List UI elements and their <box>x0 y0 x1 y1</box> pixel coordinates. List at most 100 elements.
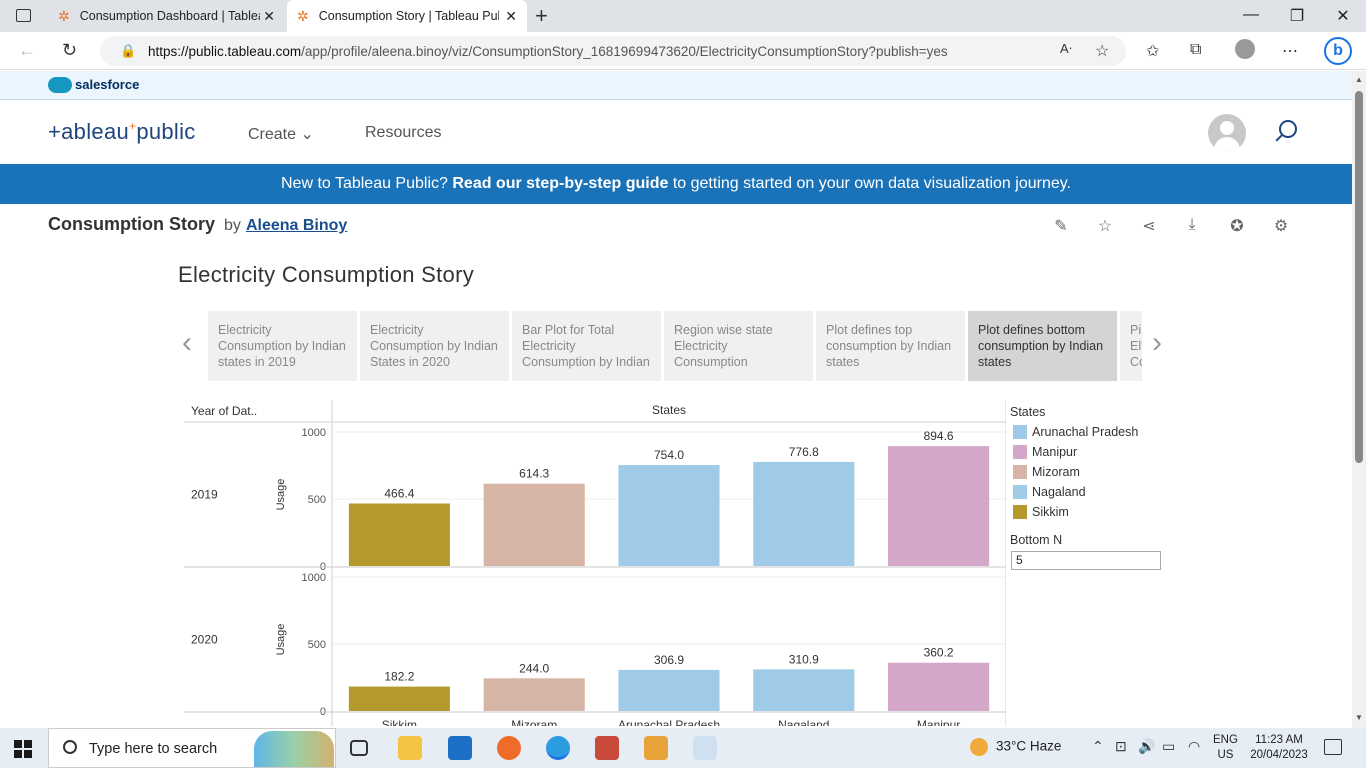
weather-widget[interactable]: 33°C Haze <box>970 738 1061 756</box>
logo-text-public: public <box>136 119 196 144</box>
browser-tab-bar: ✲ Consumption Dashboard | Tablea ✕ ✲ Con… <box>0 0 1366 32</box>
bar <box>753 669 855 711</box>
tab-actions-icon[interactable] <box>16 9 31 22</box>
profile-icon[interactable] <box>1235 39 1255 59</box>
tableau-favicon-icon: ✲ <box>58 7 70 24</box>
bottom-n-label: Bottom N <box>1010 533 1063 547</box>
author-link[interactable]: Aleena Binoy <box>246 217 347 234</box>
data-label: 244.0 <box>519 661 549 675</box>
more-options-icon[interactable]: ⋯ <box>1282 41 1298 61</box>
read-aloud-icon[interactable]: Aᐧ <box>1060 41 1072 57</box>
mail-icon[interactable] <box>448 736 472 760</box>
bar <box>348 503 450 566</box>
favorites-icon[interactable]: ✩ <box>1146 41 1159 61</box>
viz-title: Consumption Story <box>48 214 215 234</box>
page-scrollbar[interactable]: ▲ ▼ <box>1352 71 1366 728</box>
bottom-n-input[interactable]: 5 <box>1011 551 1161 570</box>
story-point-7[interactable]: Pi El Co <box>1120 311 1142 381</box>
clock-date: 20/04/2023 <box>1250 749 1308 761</box>
battery-icon[interactable]: ▭ <box>1162 738 1175 755</box>
notifications-icon[interactable] <box>1324 739 1342 755</box>
y-axis-title: Usage <box>275 624 287 656</box>
notes-app-icon[interactable] <box>595 736 619 760</box>
lang-bottom: US <box>1217 749 1234 761</box>
bing-icon[interactable]: b <box>1324 37 1352 65</box>
share-icon[interactable]: ⋖ <box>1139 216 1159 236</box>
banner-guide-link[interactable]: Read our step-by-step guide <box>452 175 668 192</box>
edit-icon[interactable]: ✎ <box>1051 216 1071 236</box>
restore-button[interactable]: ❐ <box>1274 6 1320 26</box>
legend-item[interactable]: Mizoram <box>1010 465 1170 485</box>
close-tab-icon[interactable]: ✕ <box>263 8 275 25</box>
tableau-favicon-icon: ✲ <box>297 7 309 24</box>
language-indicator[interactable]: ENG US <box>1213 733 1238 763</box>
badge-icon[interactable]: ✪ <box>1227 216 1247 236</box>
settings-gear-icon[interactable]: ⚙ <box>1271 216 1291 236</box>
firefox-icon[interactable] <box>497 736 521 760</box>
task-view-icon[interactable] <box>350 740 368 756</box>
story-point-5[interactable]: Plot defines top consumption by Indian s… <box>816 311 965 381</box>
lock-icon[interactable]: 🔒 <box>120 43 136 59</box>
download-icon[interactable]: ⤓ <box>1182 216 1202 236</box>
y-axis-title: Usage <box>275 479 287 511</box>
y-tick-label: 1000 <box>302 427 326 439</box>
search-icon <box>63 740 77 754</box>
wifi-icon[interactable]: ◠ <box>1188 738 1200 755</box>
scroll-up-icon[interactable]: ▲ <box>1355 75 1363 84</box>
back-arrow-icon[interactable]: ← <box>18 40 36 61</box>
close-tab-icon[interactable]: ✕ <box>505 8 517 25</box>
clock[interactable]: 11:23 AM 20/04/2023 <box>1247 733 1311 763</box>
edge-icon[interactable] <box>546 736 570 760</box>
row-header-label: Year of Dat.. <box>191 404 257 418</box>
tableau-public-logo[interactable]: +ableau+public <box>48 119 196 145</box>
search-icon[interactable] <box>1279 120 1297 138</box>
scrollbar-thumb[interactable] <box>1355 91 1363 463</box>
legend-item[interactable]: Sikkim <box>1010 505 1170 525</box>
nav-resources[interactable]: Resources <box>365 124 441 142</box>
new-tab-button[interactable]: + <box>535 3 548 29</box>
volume-icon[interactable]: 🔊 <box>1138 738 1155 755</box>
chevron-left-icon[interactable]: ‹ <box>182 326 192 360</box>
x-tick-label: Nagaland <box>778 718 829 726</box>
bar <box>888 446 990 566</box>
y-tick-label: 500 <box>308 494 326 506</box>
refresh-icon[interactable]: ↻ <box>62 40 77 61</box>
minimize-button[interactable]: — <box>1228 6 1274 24</box>
collections-icon[interactable]: ⧉ <box>1190 41 1201 59</box>
meet-now-icon[interactable]: ⊡ <box>1115 738 1127 755</box>
show-hidden-icons-chevron-icon[interactable]: ⌃ <box>1092 738 1104 755</box>
bar <box>618 464 720 566</box>
url-domain: https://public.tableau.com <box>148 43 302 59</box>
windows-start-icon[interactable] <box>14 740 32 758</box>
legend-item[interactable]: Nagaland <box>1010 485 1170 505</box>
url-field[interactable]: 🔒 https://public.tableau.com/app/profile… <box>100 36 1126 66</box>
windows-taskbar: Type here to search 33°C Haze ⌃ ⊡ 🔊 ▭ ◠ … <box>0 728 1366 768</box>
tableau-prep-icon[interactable] <box>644 736 668 760</box>
legend-item[interactable]: Arunachal Pradesh <box>1010 425 1170 445</box>
scroll-down-icon[interactable]: ▼ <box>1355 713 1363 722</box>
tab-title: Consumption Story | Tableau Pub <box>318 9 499 23</box>
avatar[interactable] <box>1208 114 1246 152</box>
bar-chart: Year of Dat.. States 0 500 1000 2019 Usage 466.… <box>184 400 1006 726</box>
file-explorer-icon[interactable] <box>398 736 422 760</box>
story-point-4[interactable]: Region wise state Electricity Consumptio… <box>664 311 813 381</box>
tab-consumption-story[interactable]: ✲ Consumption Story | Tableau Pub ✕ <box>287 0 527 32</box>
data-label: 360.2 <box>924 646 954 660</box>
tab-consumption-dashboard[interactable]: ✲ Consumption Dashboard | Tablea ✕ <box>48 0 285 32</box>
bar <box>618 669 720 711</box>
legend-title: States <box>1010 405 1046 419</box>
favorite-star-icon[interactable]: ☆ <box>1095 216 1115 236</box>
salesforce-label[interactable]: salesforce <box>75 77 139 92</box>
legend-item[interactable]: Manipur <box>1010 445 1170 465</box>
story-point-1[interactable]: Electricity Consumption by Indian states… <box>208 311 357 381</box>
tableau-desktop-icon[interactable] <box>693 736 717 760</box>
story-point-6[interactable]: Plot defines bottom consumption by India… <box>968 311 1117 381</box>
taskbar-search[interactable]: Type here to search <box>48 728 336 768</box>
story-point-3[interactable]: Bar Plot for Total Electricity Consumpti… <box>512 311 661 381</box>
add-favorite-icon[interactable]: ☆ <box>1095 41 1109 61</box>
story-point-2[interactable]: Electricity Consumption by Indian States… <box>360 311 509 381</box>
nav-create[interactable]: Create ⌄ <box>248 124 314 144</box>
viz-header: Consumption Story by Aleena Binoy <box>48 214 347 235</box>
close-window-button[interactable]: ✕ <box>1320 6 1366 26</box>
chevron-right-icon[interactable]: › <box>1152 326 1162 360</box>
